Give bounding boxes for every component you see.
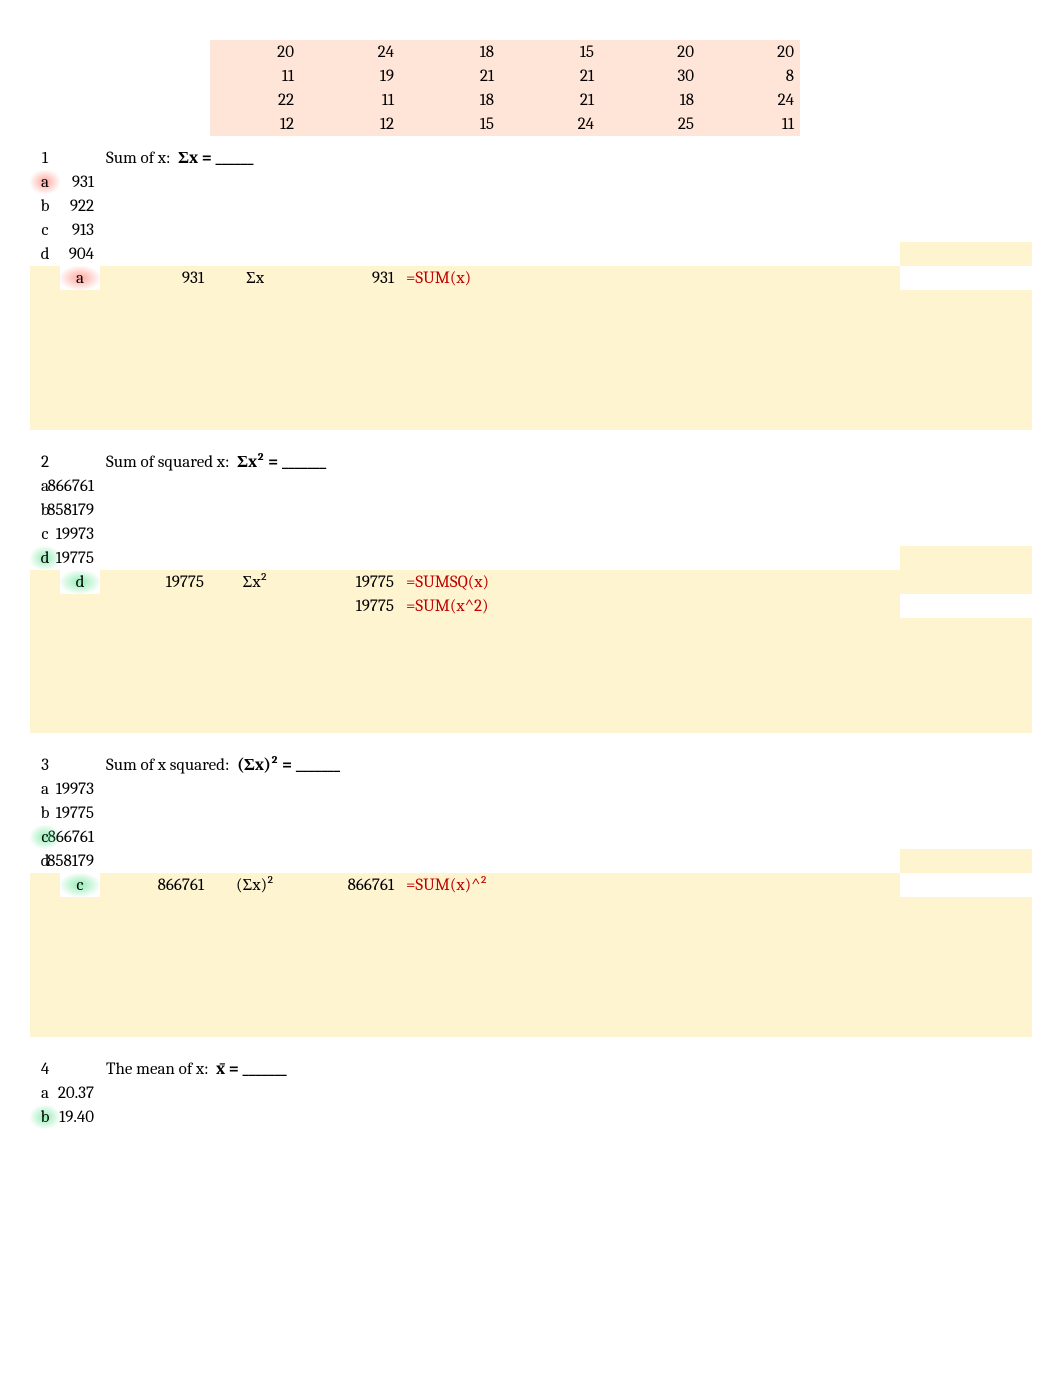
- option-value: 19973: [60, 777, 100, 801]
- question-number: 4: [30, 1057, 60, 1081]
- data-cell: 21: [500, 64, 600, 88]
- data-cell: 21: [400, 64, 500, 88]
- data-cell: 25: [600, 112, 700, 136]
- data-cell: 11: [300, 88, 400, 112]
- data-cell: 24: [500, 112, 600, 136]
- prompt-text: Sum of squared x:: [106, 453, 229, 472]
- question-number: 2: [30, 450, 60, 474]
- answer-pad: [30, 290, 1032, 430]
- prompt-text: Sum of x:: [106, 149, 170, 168]
- data-cell: 18: [600, 88, 700, 112]
- option-letter: d: [30, 546, 60, 570]
- answer-value: 866761: [100, 873, 210, 897]
- option-letter: b: [30, 1105, 60, 1129]
- option-value: 20.37: [60, 1081, 100, 1105]
- answer-symbol: Σx: [210, 266, 300, 290]
- answer-computed-2: 19775: [300, 594, 400, 618]
- data-cell: 11: [700, 112, 800, 136]
- data-cell: 15: [500, 40, 600, 64]
- data-cell: 18: [400, 88, 500, 112]
- answer-formula-2: =SUM(x^2): [400, 594, 500, 618]
- worksheet-grid: 20 24 18 15 20 20 11 19 21 21 30 8 22 11…: [30, 40, 1032, 1129]
- option-value: 19973: [60, 522, 100, 546]
- data-cell: 30: [600, 64, 700, 88]
- option-value: 19775: [60, 546, 100, 570]
- data-cell: 20: [600, 40, 700, 64]
- data-cell: 19: [300, 64, 400, 88]
- data-cell: 20: [210, 40, 300, 64]
- data-cell: 15: [400, 112, 500, 136]
- prompt-symbol: Σx = ______: [178, 148, 253, 168]
- question-number: 1: [30, 146, 60, 170]
- answer-pad: [30, 897, 1032, 1037]
- answer-letter: d: [60, 570, 100, 594]
- option-letter: d: [30, 242, 60, 266]
- prompt-symbol: x̄ = _______: [216, 1060, 287, 1079]
- prompt-text: The mean of x:: [106, 1060, 209, 1079]
- answer-formula: =SUM(x)^²: [400, 873, 500, 897]
- option-value: 866761: [60, 474, 100, 498]
- option-value: 19775: [60, 801, 100, 825]
- answer-computed: 19775: [300, 570, 400, 594]
- option-letter: b: [30, 194, 60, 218]
- answer-formula: =SUM(x): [400, 266, 500, 290]
- option-letter: c: [30, 825, 60, 849]
- answer-symbol: (Σx)²: [210, 873, 300, 897]
- option-value: 931: [60, 170, 100, 194]
- data-cell: 12: [210, 112, 300, 136]
- answer-letter: c: [60, 873, 100, 897]
- option-value: 922: [60, 194, 100, 218]
- option-letter: a: [30, 170, 60, 194]
- option-value: 904: [60, 242, 100, 266]
- data-cell: 20: [700, 40, 800, 64]
- option-value: 866761: [60, 825, 100, 849]
- data-cell: 8: [700, 64, 800, 88]
- option-value: 913: [60, 218, 100, 242]
- option-value: 19.40: [60, 1105, 100, 1129]
- data-cell: 22: [210, 88, 300, 112]
- prompt-symbol: Σx² = _______: [237, 452, 326, 472]
- option-letter: c: [30, 218, 60, 242]
- data-cell: 24: [300, 40, 400, 64]
- data-cell: 24: [700, 88, 800, 112]
- prompt-symbol: (Σx)² = _______: [237, 755, 340, 775]
- data-cell: 11: [210, 64, 300, 88]
- answer-computed: 866761: [300, 873, 400, 897]
- option-letter: a: [30, 1081, 60, 1105]
- answer-computed: 931: [300, 266, 400, 290]
- data-cell: 21: [500, 88, 600, 112]
- answer-formula: =SUMSQ(x): [400, 570, 500, 594]
- data-cell: 12: [300, 112, 400, 136]
- answer-letter: a: [60, 266, 100, 290]
- data-cell: 18: [400, 40, 500, 64]
- answer-value: 19775: [100, 570, 210, 594]
- answer-value: 931: [100, 266, 210, 290]
- question-number: 3: [30, 753, 60, 777]
- answer-pad: [30, 618, 1032, 733]
- prompt-text: Sum of x squared:: [106, 756, 229, 775]
- option-value: 858179: [60, 498, 100, 522]
- option-value: 858179: [60, 849, 100, 873]
- answer-symbol: Σx²: [210, 570, 300, 594]
